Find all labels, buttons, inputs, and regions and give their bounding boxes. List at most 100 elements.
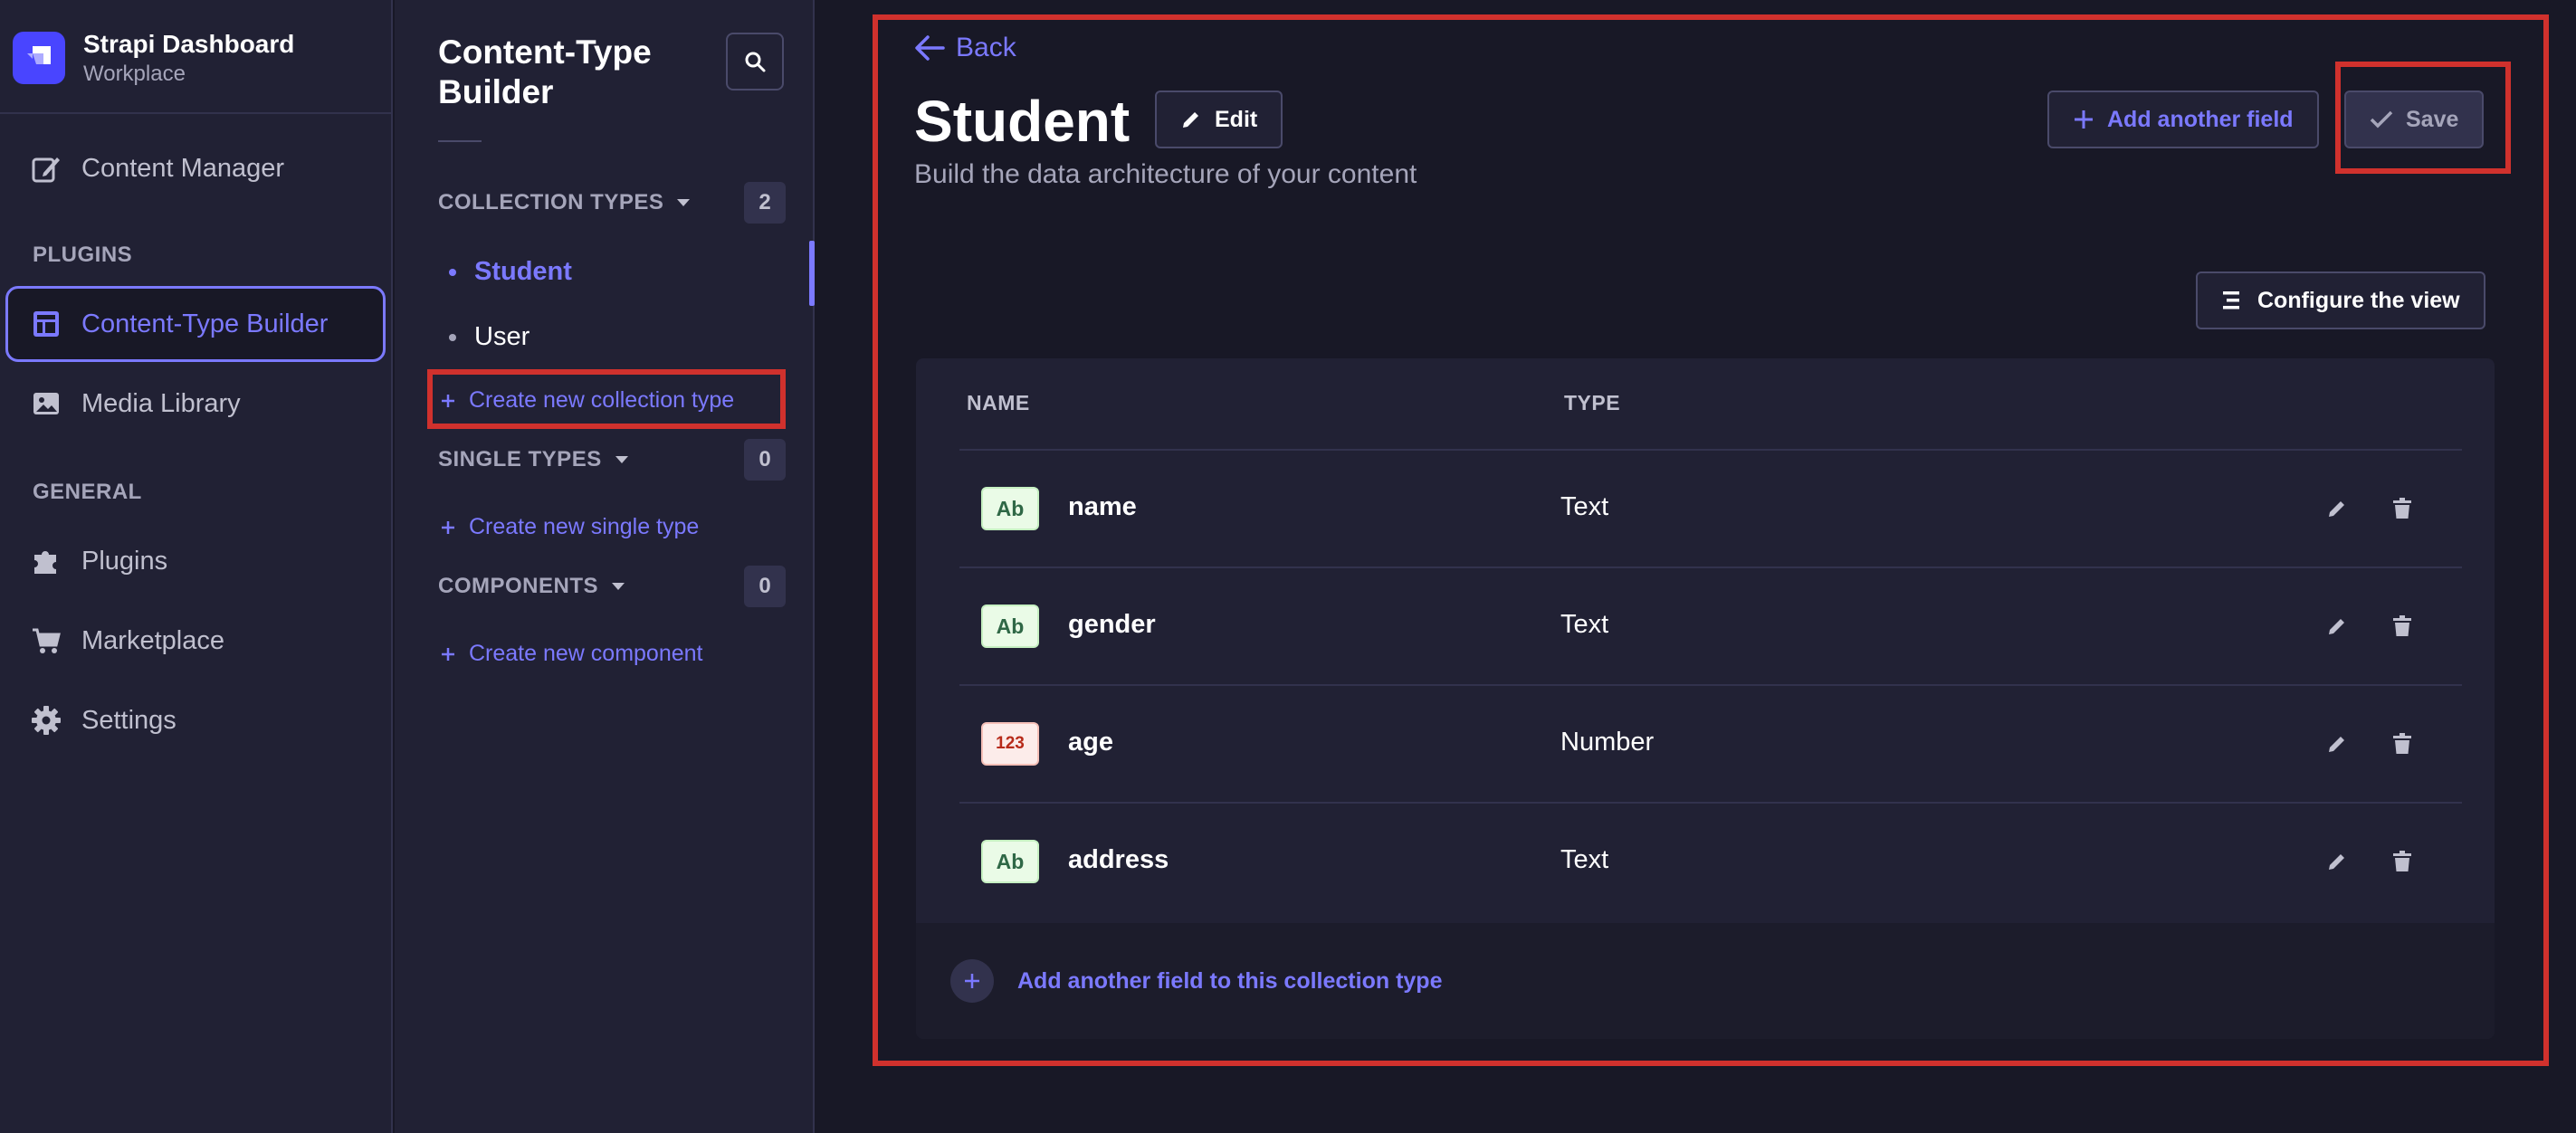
nav-item-content-type-builder[interactable]: Content-Type Builder xyxy=(5,286,386,362)
edit-label: Edit xyxy=(1215,106,1258,132)
collection-type-student[interactable]: Student xyxy=(449,257,572,287)
caret-down-icon xyxy=(615,456,628,463)
field-type: Text xyxy=(1560,845,1609,874)
nav-item-media-library[interactable]: Media Library xyxy=(5,366,386,442)
pencil-icon xyxy=(1183,112,1198,128)
nav-section-general: GENERAL xyxy=(33,480,142,504)
field-name: name xyxy=(1068,492,1137,521)
edit-button[interactable]: Edit xyxy=(1155,90,1283,148)
add-field-footer-label: Add another field to this collection typ… xyxy=(1017,967,1443,994)
collection-types-count: 2 xyxy=(744,182,786,224)
cart-icon xyxy=(33,628,61,653)
plus-icon xyxy=(2075,110,2093,129)
fields-table: NAME TYPE Ab name Text Ab gender Text 12… xyxy=(916,358,2495,1039)
nav-item-label: Marketplace xyxy=(81,625,224,655)
back-link[interactable]: Back xyxy=(914,33,1016,63)
nav-item-plugins[interactable]: Plugins xyxy=(5,523,386,599)
table-row[interactable]: Ab name Text xyxy=(959,449,2462,566)
components-count: 0 xyxy=(744,566,786,607)
field-name: address xyxy=(1068,845,1169,874)
collection-type-user[interactable]: User xyxy=(449,322,530,352)
text-type-icon: Ab xyxy=(981,487,1039,530)
nav-divider xyxy=(0,112,393,114)
search-button[interactable] xyxy=(726,33,784,90)
trash-icon xyxy=(2393,851,2411,871)
brand[interactable]: Strapi Dashboard Workplace xyxy=(13,20,294,96)
pencil-icon xyxy=(2329,854,2344,870)
main-navigation: Strapi Dashboard Workplace Content Manag… xyxy=(0,0,393,1133)
subnav-divider xyxy=(438,140,482,142)
gear-icon xyxy=(32,706,61,735)
trash-icon xyxy=(2393,615,2411,636)
add-another-field-button[interactable]: Add another field xyxy=(2047,90,2319,148)
nav-item-label: Content Manager xyxy=(81,153,285,183)
delete-field-button[interactable] xyxy=(2384,843,2420,880)
plus-icon xyxy=(442,520,454,534)
collection-types-label: COLLECTION TYPES xyxy=(438,190,691,215)
field-name: age xyxy=(1068,728,1113,757)
column-header-type: TYPE xyxy=(1564,391,1621,414)
single-types-label: SINGLE TYPES xyxy=(438,447,629,472)
edit-field-button[interactable] xyxy=(2319,726,2355,762)
delete-field-button[interactable] xyxy=(2384,490,2420,527)
nav-item-label: Media Library xyxy=(81,388,241,418)
create-component-link[interactable]: Create new component xyxy=(440,641,702,667)
page-title: Student xyxy=(914,89,1131,154)
collection-type-label: Student xyxy=(474,257,572,286)
page-subtitle: Build the data architecture of your cont… xyxy=(914,159,1417,189)
single-types-header[interactable]: SINGLE TYPES 0 xyxy=(438,439,786,481)
number-type-icon: 123 xyxy=(981,722,1039,766)
create-collection-type-label: Create new collection type xyxy=(469,387,735,413)
field-type: Number xyxy=(1560,728,1655,757)
configure-view-button[interactable]: Configure the view xyxy=(2196,271,2485,329)
create-collection-type-link[interactable]: Create new collection type xyxy=(440,387,734,414)
edit-field-button[interactable] xyxy=(2319,843,2355,880)
save-label: Save xyxy=(2406,106,2459,132)
delete-field-button[interactable] xyxy=(2384,608,2420,644)
puzzle-icon xyxy=(34,551,56,574)
list-settings-icon xyxy=(2223,291,2239,309)
configure-view-label: Configure the view xyxy=(2257,287,2460,313)
create-single-type-link[interactable]: Create new single type xyxy=(440,514,699,540)
check-icon xyxy=(2370,110,2393,129)
trash-icon xyxy=(2393,733,2411,754)
save-button[interactable]: Save xyxy=(2344,90,2485,148)
bullet-icon xyxy=(449,333,456,341)
section-label: COLLECTION TYPES xyxy=(438,190,664,214)
strapi-logo-icon xyxy=(13,32,65,84)
arrow-left-icon xyxy=(915,35,945,61)
create-component-label: Create new component xyxy=(469,641,703,666)
field-name: gender xyxy=(1068,610,1156,639)
table-row[interactable]: 123 age Number xyxy=(959,684,2462,802)
nav-item-settings[interactable]: Settings xyxy=(5,682,386,758)
components-header[interactable]: COMPONENTS 0 xyxy=(438,566,786,607)
plus-circle-icon xyxy=(950,959,994,1003)
nav-section-plugins: PLUGINS xyxy=(33,243,133,267)
table-row[interactable]: Ab address Text xyxy=(959,802,2462,919)
pencil-icon xyxy=(2329,619,2344,634)
table-row[interactable]: Ab gender Text xyxy=(959,566,2462,684)
section-label: COMPONENTS xyxy=(438,574,599,598)
column-header-name: NAME xyxy=(967,391,1030,414)
brand-text: Strapi Dashboard Workplace xyxy=(83,28,294,88)
bullet-icon xyxy=(449,268,456,276)
caret-down-icon xyxy=(677,199,691,206)
edit-field-button[interactable] xyxy=(2319,608,2355,644)
components-label: COMPONENTS xyxy=(438,574,625,599)
delete-field-button[interactable] xyxy=(2384,726,2420,762)
caret-down-icon xyxy=(612,583,625,590)
edit-field-button[interactable] xyxy=(2319,490,2355,527)
field-type: Text xyxy=(1560,610,1609,639)
app-root: Strapi Dashboard Workplace Content Manag… xyxy=(0,0,2576,1133)
add-field-footer[interactable]: Add another field to this collection typ… xyxy=(916,923,2495,1039)
nav-item-marketplace[interactable]: Marketplace xyxy=(5,603,386,679)
nav-item-label: Settings xyxy=(81,705,177,735)
nav-item-label: Content-Type Builder xyxy=(81,309,329,338)
section-label: SINGLE TYPES xyxy=(438,447,602,471)
active-indicator xyxy=(809,241,815,306)
pencil-icon xyxy=(2329,737,2344,752)
single-types-count: 0 xyxy=(744,439,786,481)
brand-subtitle: Workplace xyxy=(83,62,186,86)
nav-item-content-manager[interactable]: Content Manager xyxy=(5,130,386,206)
collection-types-header[interactable]: COLLECTION TYPES 2 xyxy=(438,182,786,224)
